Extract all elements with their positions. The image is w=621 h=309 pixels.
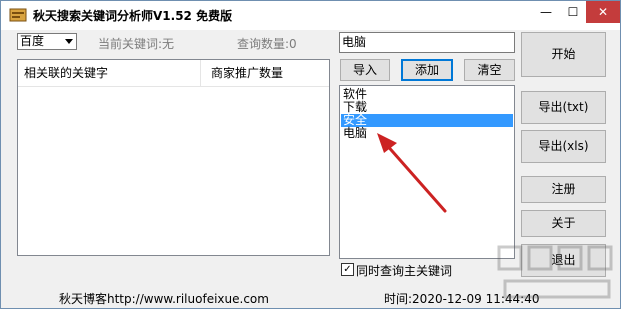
import-button[interactable]: 导入 [340,59,390,81]
query-count-status: 查询数量:0 [237,37,297,51]
about-button[interactable]: 关于 [521,210,606,237]
export-txt-button[interactable]: 导出(txt) [521,91,606,124]
query-main-keyword-checkbox[interactable]: ✓ [341,263,354,276]
add-button[interactable]: 添加 [401,59,453,81]
export-xls-button[interactable]: 导出(xls) [521,130,606,163]
column-header-keyword[interactable]: 相关联的关键字 [18,60,201,86]
window-title: 秋天搜索关键词分析师V1.52 免费版 [33,9,233,23]
minimize-button[interactable]: — [532,1,560,23]
current-keyword-status: 当前关键词:无 [98,37,175,51]
search-engine-select[interactable]: 百度 [17,33,77,50]
chevron-down-icon[interactable] [65,39,73,44]
register-button[interactable]: 注册 [521,176,606,203]
search-engine-value: 百度 [20,34,45,48]
annotation-arrow-icon [377,133,447,213]
start-button[interactable]: 开始 [521,32,606,77]
query-main-keyword-label: 同时查询主关键词 [356,264,453,278]
results-table-header: 相关联的关键字 商家推广数量 [18,60,329,87]
app-window: 秋天搜索关键词分析师V1.52 免费版 — ☐ ✕ 百度 当前关键词:无 查询数… [0,0,621,309]
title-bar: 秋天搜索关键词分析师V1.52 免费版 — ☐ ✕ [1,1,620,30]
results-table[interactable]: 相关联的关键字 商家推广数量 [17,59,330,256]
app-icon [9,8,27,22]
clear-button[interactable]: 清空 [464,59,515,81]
blog-link[interactable]: 秋天博客http://www.riluofeixue.com [59,290,269,307]
keyword-input[interactable]: 电脑 [339,32,515,53]
watermark-logo-icon [497,245,613,299]
column-header-ad-count[interactable]: 商家推广数量 [201,60,329,86]
close-button[interactable]: ✕ [586,1,620,23]
maximize-button[interactable]: ☐ [559,1,587,23]
